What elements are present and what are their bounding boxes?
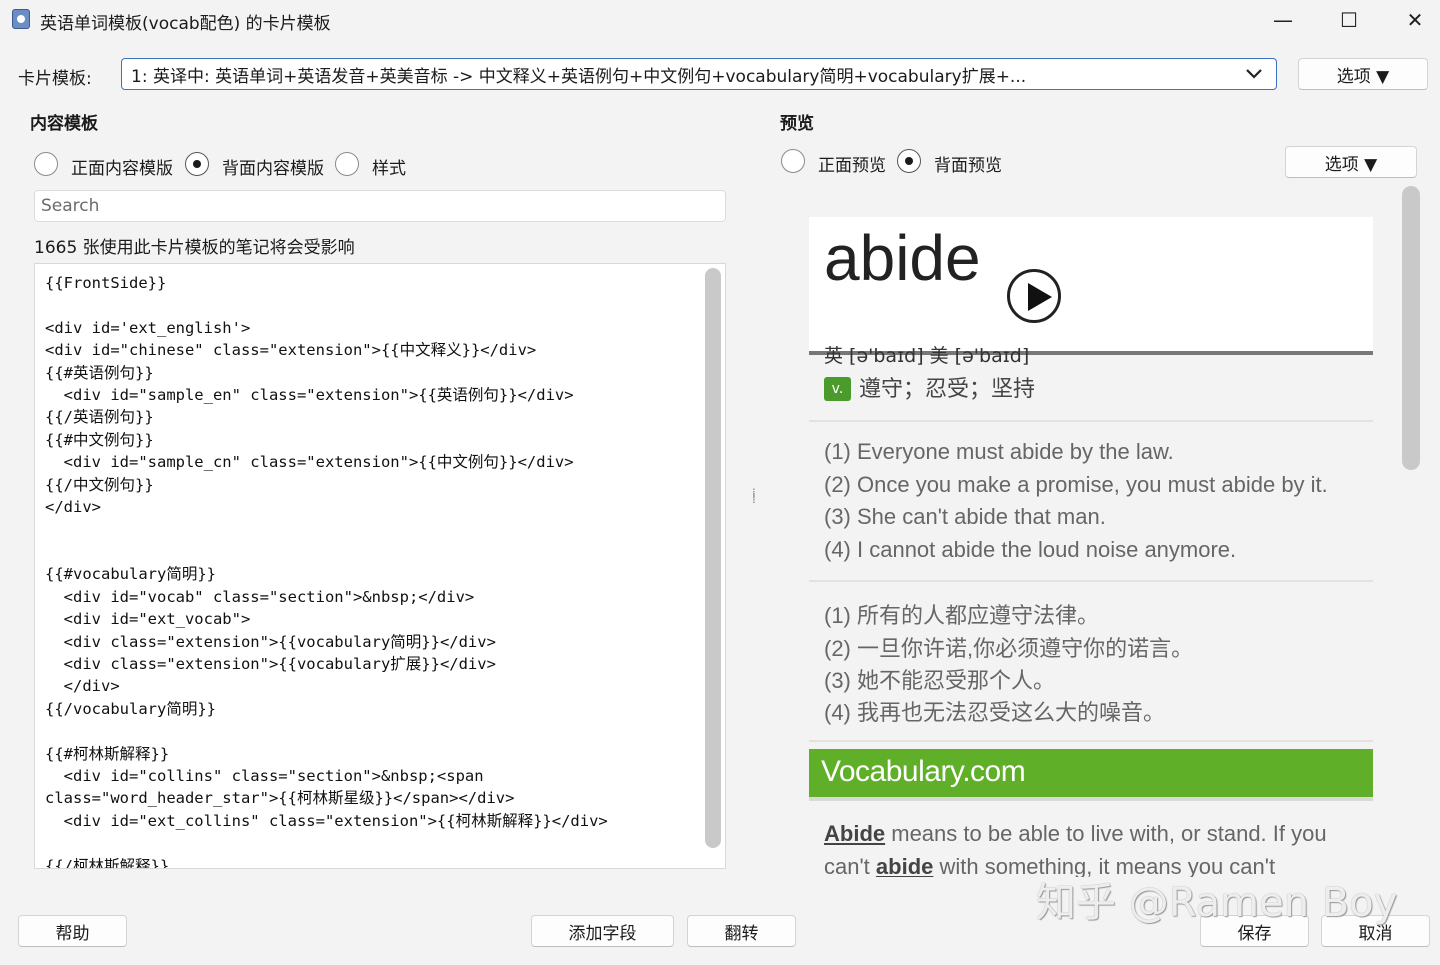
help-button[interactable]: 帮助 — [18, 915, 127, 947]
front-template-label: 正面内容模版 — [71, 159, 173, 179]
preview-options-button[interactable]: 选项 ▼ — [1285, 146, 1417, 178]
vocabulary-banner: Vocabulary.com — [809, 749, 1373, 801]
back-template-radio[interactable] — [185, 152, 209, 176]
affected-notes-notice: 1665 张使用此卡片模板的笔记将会受影响 — [34, 238, 355, 258]
vocabulary-definition: Abide means to be able to live with, or … — [824, 817, 1369, 877]
close-button[interactable]: ✕ — [1382, 0, 1440, 40]
card-template-label: 卡片模板: — [18, 69, 92, 89]
pos-badge: v. — [824, 377, 851, 401]
content-template-heading: 内容模板 — [30, 114, 98, 134]
example-en: (1) Everyone must abide by the law. — [824, 439, 1174, 464]
chinese-meaning: 遵守；忍受；坚持 — [859, 377, 1036, 402]
example-en: (2) Once you make a promise, you must ab… — [824, 472, 1328, 497]
back-template-label: 背面内容模版 — [222, 159, 324, 179]
vocab-keyword: Abide — [824, 821, 886, 846]
template-code-editor[interactable]: {{FrontSide}} <div id='ext_english'> <di… — [34, 263, 726, 869]
preview-heading: 预览 — [780, 114, 814, 134]
divider — [809, 580, 1373, 582]
front-preview-label: 正面预览 — [818, 156, 886, 176]
app-icon — [12, 9, 30, 29]
search-input[interactable]: Search — [34, 190, 726, 222]
maximize-button[interactable]: ☐ — [1316, 0, 1382, 40]
card-template-value: 1: 英译中: 英语单词+英语发音+英美音标 -> 中文释义+英语例句+中文例句… — [131, 66, 1027, 87]
flip-button[interactable]: 翻转 — [687, 915, 796, 947]
front-template-radio[interactable] — [34, 152, 58, 176]
styling-radio[interactable] — [335, 152, 359, 176]
watermark: 知乎 @Ramen Boy — [1036, 880, 1398, 926]
window-title: 英语单词模板(vocab配色) 的卡片模板 — [40, 14, 331, 34]
example-en: (3) She can't abide that man. — [824, 504, 1106, 529]
search-placeholder: Search — [41, 196, 100, 216]
example-cn: (2) 一旦你许诺,你必须遵守你的诺言。 — [824, 636, 1194, 661]
example-cn: (1) 所有的人都应遵守法律。 — [824, 603, 1100, 628]
preview-word: abide — [824, 222, 981, 294]
word-header-card: abide 英 [ə'baɪd] 美 [ə'baɪd] — [809, 217, 1373, 367]
example-cn: (4) 我再也无法忍受这么大的噪音。 — [824, 700, 1166, 725]
card-template-select[interactable]: 1: 英译中: 英语单词+英语发音+英美音标 -> 中文释义+英语例句+中文例句… — [121, 58, 1277, 90]
divider — [809, 740, 1373, 742]
add-field-button[interactable]: 添加字段 — [531, 915, 674, 947]
back-preview-label: 背面预览 — [934, 156, 1002, 176]
card-template-options-button[interactable]: 选项 ▼ — [1298, 58, 1428, 90]
phonetic-text: 英 [ə'baɪd] 美 [ə'baɪd] — [824, 345, 1030, 367]
styling-label: 样式 — [372, 159, 406, 179]
vocab-keyword: abide — [875, 854, 934, 877]
template-code: {{FrontSide}} <div id='ext_english'> <di… — [45, 274, 608, 869]
example-cn: (3) 她不能忍受那个人。 — [824, 668, 1056, 693]
vocabulary-logo: Vocabulary.com — [821, 755, 1026, 788]
divider — [809, 420, 1373, 422]
pane-splitter[interactable]: ⁞ ⁞ — [752, 487, 758, 516]
chevron-down-icon — [1244, 64, 1264, 88]
card-preview: abide 英 [ə'baɪd] 美 [ə'baɪd] v. 遵守；忍受；坚持 … — [809, 185, 1399, 877]
example-en: (4) I cannot abide the loud noise anymor… — [824, 537, 1237, 562]
play-audio-icon[interactable] — [1007, 269, 1061, 323]
minimize-button[interactable]: — — [1250, 0, 1316, 40]
preview-scrollbar[interactable] — [1402, 186, 1420, 470]
editor-scrollbar[interactable] — [705, 268, 721, 848]
back-preview-radio[interactable] — [897, 149, 921, 173]
front-preview-radio[interactable] — [781, 149, 805, 173]
